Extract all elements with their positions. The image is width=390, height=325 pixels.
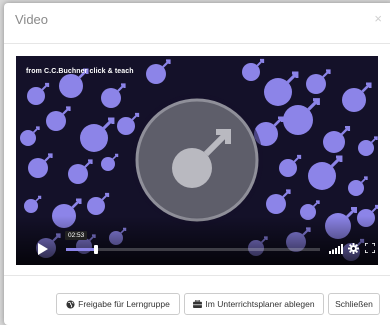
close-icon[interactable]: × <box>374 12 382 25</box>
share-with-group-label: Freigabe für Lerngruppe <box>78 299 170 309</box>
volume-icon[interactable] <box>329 244 343 254</box>
close-button-label: Schließen <box>335 299 373 309</box>
progress-handle[interactable] <box>94 245 99 254</box>
gear-icon[interactable] <box>348 243 359 254</box>
modal-title: Video <box>15 12 49 27</box>
save-to-planner-label: Im Unterrichtsplaner ablegen <box>205 299 315 309</box>
briefcase-icon <box>193 300 203 308</box>
video-controls: 02:53 <box>16 229 378 265</box>
share-with-group-button[interactable]: Freigabe für Lerngruppe <box>56 293 180 315</box>
current-time: 02:53 <box>65 231 88 240</box>
fullscreen-icon[interactable] <box>365 243 375 253</box>
progress-bar[interactable] <box>66 245 320 254</box>
progress-fill <box>66 248 97 251</box>
save-to-planner-button[interactable]: Im Unterrichtsplaner ablegen <box>184 293 324 315</box>
video-caption: from C.C.Buchner click & teach <box>26 68 134 75</box>
play-icon[interactable] <box>38 243 48 255</box>
video-modal: Video × from C.C.Buchner click & teach 0… <box>4 3 390 325</box>
video-player[interactable]: from C.C.Buchner click & teach 02:53 <box>16 56 378 265</box>
globe-icon <box>66 299 75 309</box>
modal-header: Video × <box>4 3 390 44</box>
close-button[interactable]: Schließen <box>328 293 380 315</box>
modal-footer: Freigabe für Lerngruppe Im Unterrichtspl… <box>4 275 390 325</box>
